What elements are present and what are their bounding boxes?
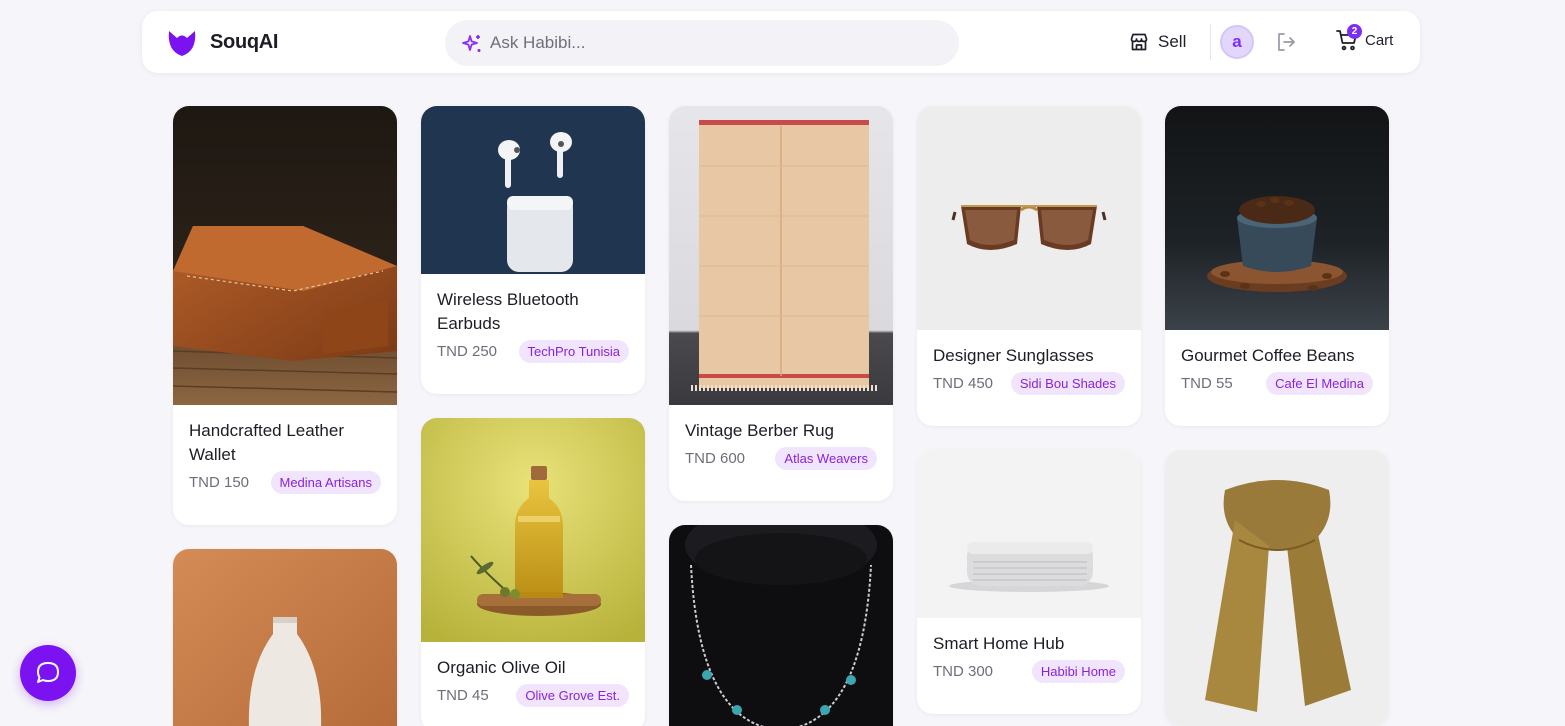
product-image-necklace (669, 525, 893, 726)
product-info: Designer Sunglasses TND 450 Sidi Bou Sha… (917, 330, 1141, 426)
cart-label: Cart (1365, 31, 1394, 49)
product-info: Organic Olive Oil TND 45 Olive Grove Est… (421, 642, 645, 726)
product-price: TND 300 (933, 663, 994, 680)
product-meta: TND 150 Medina Artisans (189, 471, 381, 494)
product-title: Vintage Berber Rug (685, 421, 835, 440)
product-card-olive-oil[interactable]: Organic Olive Oil TND 45 Olive Grove Est… (421, 418, 645, 726)
chat-bubble-icon (37, 662, 59, 683)
seller-badge[interactable]: Cafe El Medina (1266, 372, 1373, 395)
product-title: Designer Sunglasses (933, 346, 1094, 365)
top-navbar: SouqAI Sell a 2 Cart (142, 11, 1420, 73)
seller-badge[interactable]: TechPro Tunisia (518, 340, 629, 363)
sparkle-icon (462, 35, 481, 52)
product-title: Smart Home Hub (933, 634, 1065, 653)
chat-button[interactable] (20, 645, 76, 701)
product-price: TND 600 (685, 450, 746, 467)
product-image-sunglasses (917, 106, 1141, 330)
header-divider (1210, 24, 1211, 60)
product-meta: TND 600 Atlas Weavers (685, 447, 877, 470)
seller-badge[interactable]: Atlas Weavers (775, 447, 877, 470)
product-info: Smart Home Hub TND 300 Habibi Home (917, 618, 1141, 714)
seller-badge[interactable]: Sidi Bou Shades (1010, 372, 1125, 395)
seller-badge[interactable]: Habibi Home (1031, 660, 1125, 683)
product-info: Wireless Bluetooth Earbuds TND 250 TechP… (421, 274, 645, 394)
product-title: Gourmet Coffee Beans (1181, 346, 1355, 365)
product-price: TND 250 (437, 343, 498, 360)
product-title: Wireless Bluetooth Earbuds (437, 290, 579, 333)
product-price: TND 450 (933, 375, 994, 392)
sell-button[interactable]: Sell (1129, 30, 1186, 54)
souqai-logo-icon[interactable] (167, 29, 197, 57)
product-title: Handcrafted Leather Wallet (189, 421, 344, 464)
product-info: Vintage Berber Rug TND 600 Atlas Weavers (669, 405, 893, 501)
product-card-vase[interactable] (173, 549, 397, 726)
product-image-olive-oil (421, 418, 645, 642)
product-meta: TND 45 Olive Grove Est. (437, 684, 629, 707)
product-card-rug[interactable]: Vintage Berber Rug TND 600 Atlas Weavers (669, 106, 893, 501)
product-meta: TND 300 Habibi Home (933, 660, 1125, 683)
product-image-scarf (1165, 450, 1389, 726)
cart-icon-wrapper: 2 (1335, 24, 1362, 52)
product-price: TND 45 (437, 687, 489, 704)
product-card-smart-hub[interactable]: Smart Home Hub TND 300 Habibi Home (917, 450, 1141, 714)
product-image-wallet (173, 106, 397, 405)
cart-button[interactable]: 2 Cart (1335, 24, 1394, 52)
brand-name[interactable]: SouqAI (210, 31, 279, 54)
product-info: Handcrafted Leather Wallet TND 150 Medin… (173, 405, 397, 525)
product-info: Gourmet Coffee Beans TND 55 Cafe El Medi… (1165, 330, 1389, 426)
search-input[interactable] (490, 20, 940, 66)
product-card-scarf[interactable] (1165, 450, 1389, 726)
sell-label: Sell (1158, 32, 1187, 51)
product-meta: TND 450 Sidi Bou Shades (933, 372, 1125, 395)
product-card-necklace[interactable] (669, 525, 893, 726)
product-image-earbuds (421, 106, 645, 274)
product-image-vase (173, 549, 397, 726)
product-card-earbuds[interactable]: Wireless Bluetooth Earbuds TND 250 TechP… (421, 106, 645, 394)
product-card-sunglasses[interactable]: Designer Sunglasses TND 450 Sidi Bou Sha… (917, 106, 1141, 426)
product-title: Organic Olive Oil (437, 658, 566, 677)
product-meta: TND 250 TechPro Tunisia (437, 340, 629, 363)
cart-count-badge: 2 (1347, 24, 1362, 39)
logout-icon[interactable] (1275, 31, 1297, 53)
product-image-smart-hub (917, 450, 1141, 618)
product-image-coffee (1165, 106, 1389, 330)
seller-badge[interactable]: Olive Grove Est. (516, 684, 629, 707)
product-card-coffee[interactable]: Gourmet Coffee Beans TND 55 Cafe El Medi… (1165, 106, 1389, 426)
product-card-wallet[interactable]: Handcrafted Leather Wallet TND 150 Medin… (173, 106, 397, 525)
search-bar[interactable] (445, 20, 959, 66)
product-price: TND 55 (1181, 375, 1233, 392)
store-icon (1130, 33, 1148, 51)
user-avatar[interactable]: a (1220, 25, 1254, 59)
seller-badge[interactable]: Medina Artisans (270, 471, 381, 494)
product-meta: TND 55 Cafe El Medina (1181, 372, 1373, 395)
product-price: TND 150 (189, 474, 250, 491)
product-image-rug (669, 106, 893, 405)
